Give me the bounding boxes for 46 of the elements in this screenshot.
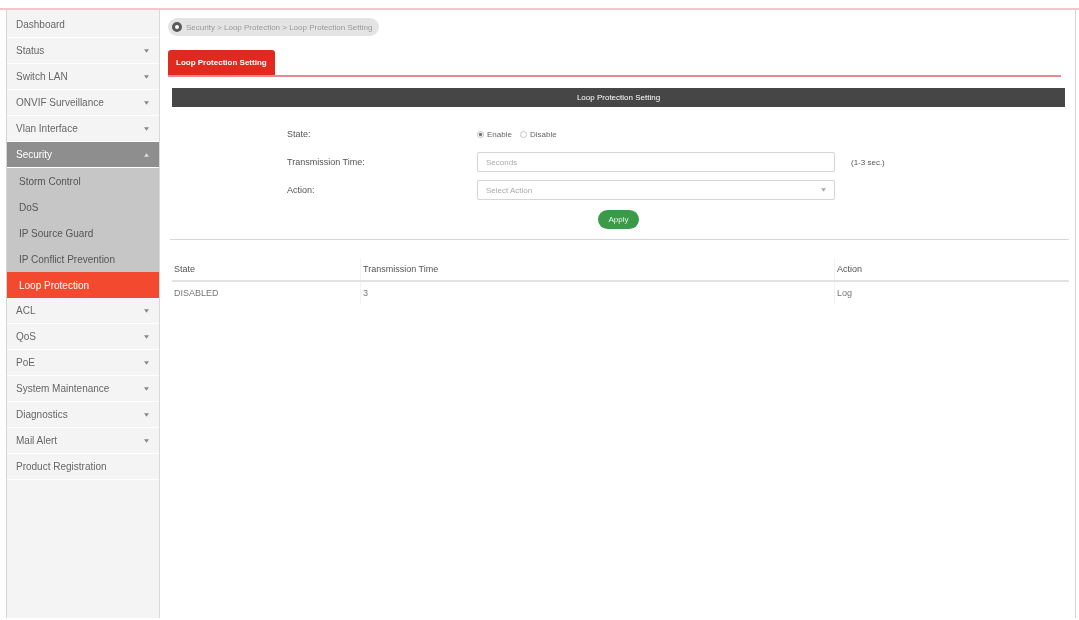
seconds-input-field[interactable]: Seconds xyxy=(477,152,835,172)
range-hint: (1-3 sec.) xyxy=(850,157,886,167)
sidebar-item[interactable]: ONVIF Surveillance xyxy=(7,90,159,116)
table-header-cell-text: State xyxy=(173,263,196,276)
caret-icon xyxy=(144,48,149,53)
sidebar-item[interactable]: QoS xyxy=(7,324,159,350)
circle-icon xyxy=(172,22,182,32)
caret-icon xyxy=(821,188,826,192)
caret-icon xyxy=(144,438,149,443)
table-cell-text: DISABLED xyxy=(173,287,220,300)
submenu-item[interactable]: IP Source Guard xyxy=(7,220,159,246)
panel-title-bar: Loop Protection Setting xyxy=(172,88,1065,107)
sidebar-item[interactable]: Security xyxy=(7,142,159,168)
sidebar-item[interactable]: Switch LAN xyxy=(7,64,159,90)
caret-icon xyxy=(144,152,149,157)
caret-icon xyxy=(144,412,149,417)
sidebar-item[interactable]: Status xyxy=(7,38,159,64)
submenu-item[interactable]: DoS xyxy=(7,194,159,220)
field-label: Action: xyxy=(287,185,316,195)
submenu-item[interactable]: Storm Control xyxy=(7,168,159,194)
apply-button[interactable]: Apply xyxy=(598,210,639,229)
caret-icon xyxy=(144,334,149,339)
sidebar-item[interactable]: Diagnostics xyxy=(7,402,159,428)
sidebar-item[interactable]: System Maintenance xyxy=(7,376,159,402)
sidebar-item[interactable]: PoE xyxy=(7,350,159,376)
radio-option[interactable]: Disable xyxy=(519,129,557,139)
caret-icon xyxy=(144,360,149,365)
submenu-item[interactable]: IP Conflict Prevention xyxy=(7,246,159,272)
caret-icon xyxy=(144,126,149,131)
caret-icon xyxy=(144,74,149,79)
sidebar-item[interactable]: ACL xyxy=(7,298,159,324)
field-label: State: xyxy=(287,129,312,139)
caret-icon xyxy=(144,100,149,105)
field-label: Transmission Time: xyxy=(287,157,366,167)
submenu-item[interactable]: Loop Protection xyxy=(7,272,159,298)
caret-icon xyxy=(144,308,149,313)
table-cell: Log xyxy=(834,282,1069,304)
tab[interactable]: Loop Protection Setting xyxy=(168,50,275,75)
caret-icon xyxy=(144,386,149,391)
sidebar-item[interactable]: Mail Alert xyxy=(7,428,159,454)
table-cell: 3 xyxy=(360,282,834,304)
radio-option[interactable]: Enable xyxy=(477,129,512,139)
sidebar-item[interactable]: Product Registration xyxy=(7,454,159,480)
table-header-cell: Action xyxy=(834,258,1069,280)
sidebar-item[interactable]: Dashboard xyxy=(7,12,159,38)
table-header-cell: Transmission Time xyxy=(360,258,834,280)
